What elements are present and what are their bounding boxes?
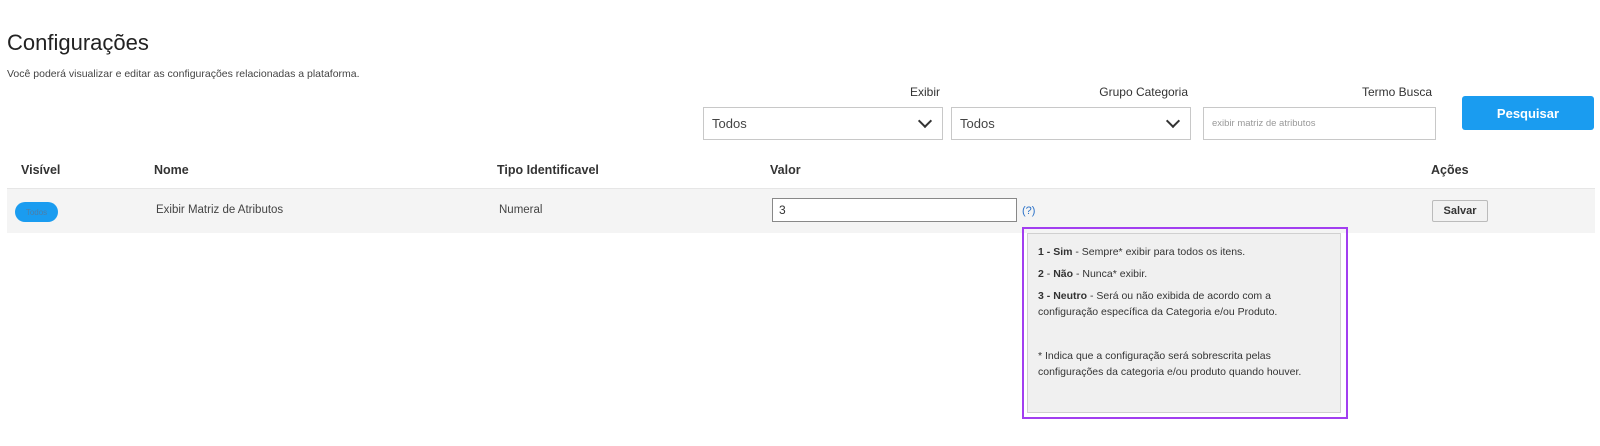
valor-input-value: 3 [779, 203, 786, 217]
column-header-acoes: Ações [1431, 163, 1469, 177]
tooltip-item-3: 3 - Neutro - Será ou não exibida de acor… [1038, 288, 1330, 320]
tooltip-separator: - [1043, 290, 1054, 302]
chevron-down-icon [1165, 113, 1181, 129]
exibir-label: Exibir [909, 85, 940, 99]
tooltip-separator: - [1087, 290, 1097, 302]
tooltip-item-1-label: Sim [1053, 246, 1073, 258]
tooltip-separator: - [1043, 246, 1054, 258]
tooltip-note: * Indica que a configuração será sobresc… [1038, 350, 1302, 378]
column-header-visivel: Visível [21, 163, 61, 177]
page-title: Configurações [7, 30, 149, 55]
tooltip-separator: - [1073, 268, 1083, 280]
termo-busca-label: Termo Busca [1361, 85, 1432, 99]
help-link[interactable]: (?) [1022, 205, 1035, 217]
tooltip-item-1-text: Sempre* exibir para todos os itens. [1081, 246, 1246, 258]
chevron-down-icon [917, 113, 933, 129]
visible-toggle[interactable]: Todos [15, 202, 58, 222]
pesquisar-button[interactable]: Pesquisar [1462, 96, 1594, 130]
exibir-select-value: Todos [712, 116, 747, 131]
grupo-categoria-label: Grupo Categoria [1099, 85, 1188, 99]
column-header-tipo: Tipo Identificavel [497, 163, 599, 177]
page-subtitle: Você poderá visualizar e editar as confi… [7, 68, 360, 80]
tooltip-item-2: 2 - Não - Nunca* exibir. [1038, 266, 1330, 282]
valor-input[interactable]: 3 [772, 198, 1017, 222]
tooltip-item-3-label: Neutro [1053, 290, 1088, 302]
tooltip-item-1: 1 - Sim - Sempre* exibir para todos os i… [1038, 244, 1330, 260]
salvar-button[interactable]: Salvar [1432, 200, 1488, 222]
column-header-nome: Nome [154, 163, 189, 177]
exibir-select[interactable]: Todos [703, 107, 943, 140]
grupo-categoria-select-value: Todos [960, 116, 995, 131]
tooltip-separator: - [1043, 268, 1054, 280]
termo-busca-value: exibir matriz de atributos [1212, 118, 1316, 129]
termo-busca-input[interactable]: exibir matriz de atributos [1203, 107, 1436, 140]
row-type: Numeral [499, 204, 543, 216]
tooltip-separator: - [1072, 246, 1082, 258]
grupo-categoria-select[interactable]: Todos [951, 107, 1191, 140]
column-header-valor: Valor [770, 163, 801, 177]
help-tooltip: 1 - Sim - Sempre* exibir para todos os i… [1027, 233, 1341, 413]
tooltip-item-2-text: Nunca* exibir. [1082, 268, 1148, 280]
tooltip-item-2-label: Não [1053, 268, 1074, 280]
row-name: Exibir Matriz de Atributos [156, 204, 284, 216]
